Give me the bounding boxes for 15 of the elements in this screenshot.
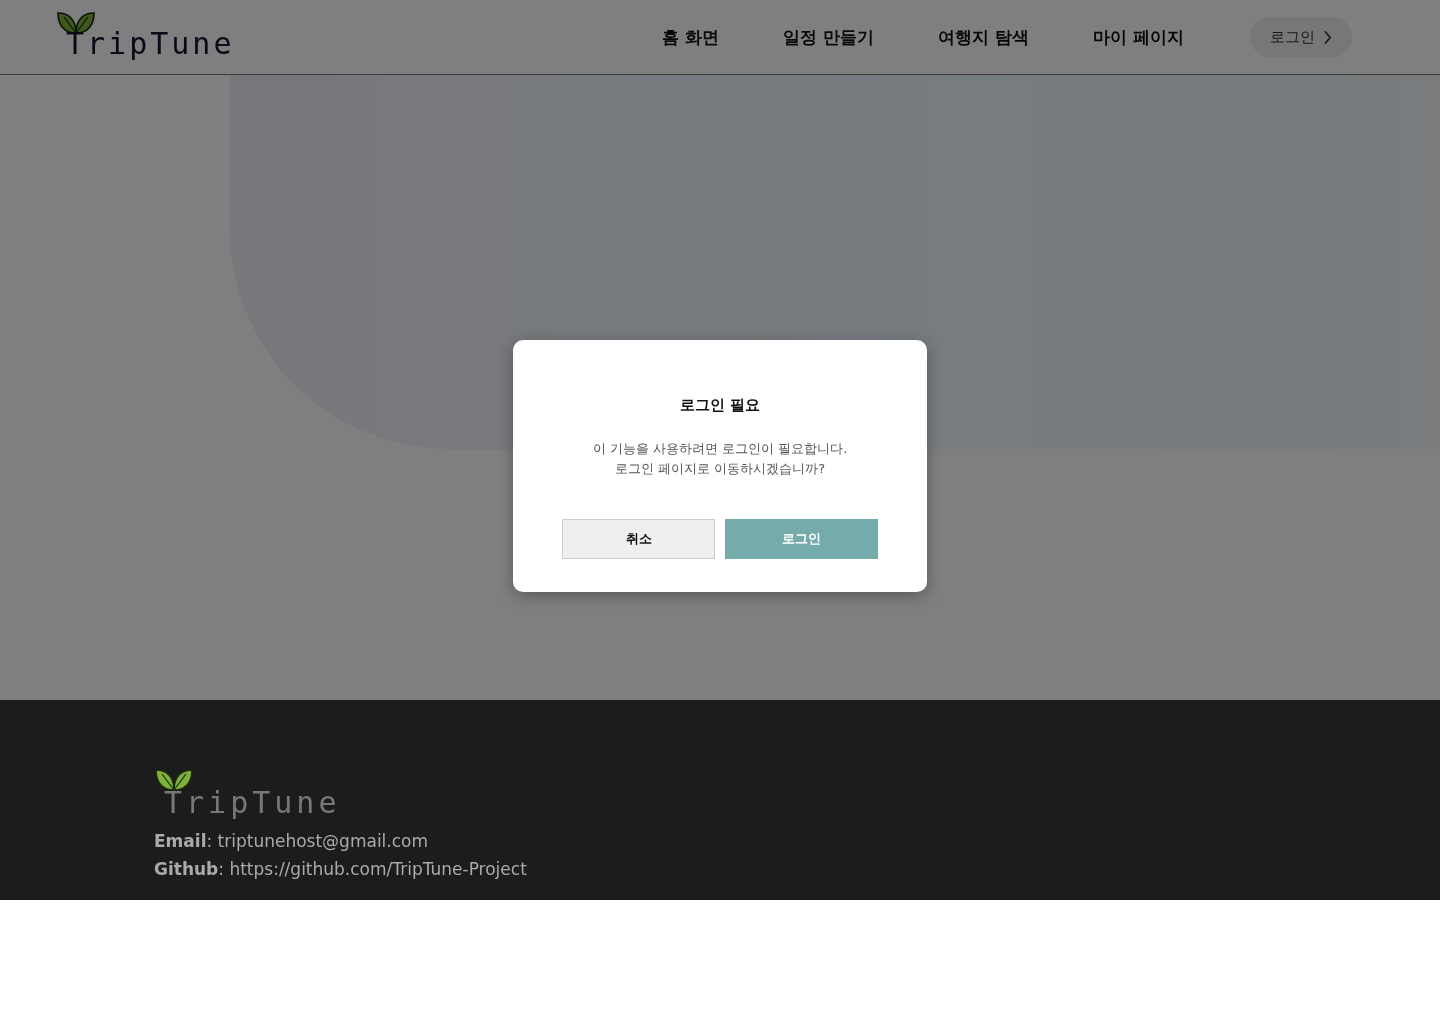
dialog-message: 이 기능을 사용하려면 로그인이 필요합니다. 로그인 페이지로 이동하시겠습니까? <box>592 440 848 478</box>
leaf-icon <box>154 766 194 792</box>
footer-contact: Github: https://github.com/TripTune-Project <box>154 859 528 879</box>
login-button[interactable]: 로그인 <box>1250 17 1352 57</box>
cancel-button[interactable]: 취소 <box>562 519 715 559</box>
login-button[interactable]: 로그인 <box>725 519 878 559</box>
dialog-title: 로그인 필요 <box>679 396 761 415</box>
logo-text[interactable]: TripTune <box>66 26 235 60</box>
nav-link[interactable]: 여행지 탐색 <box>938 25 1030 49</box>
chevron-right-icon <box>1323 29 1332 45</box>
nav-link[interactable]: 홈 화면 <box>662 25 720 49</box>
nav-link[interactable]: 마이 페이지 <box>1093 25 1184 49</box>
footer-contact: Email: triptunehost@gmail.com <box>154 831 430 851</box>
nav-link[interactable]: 일정 만들기 <box>783 25 875 49</box>
footer-logo-text: TripTune <box>164 786 341 819</box>
